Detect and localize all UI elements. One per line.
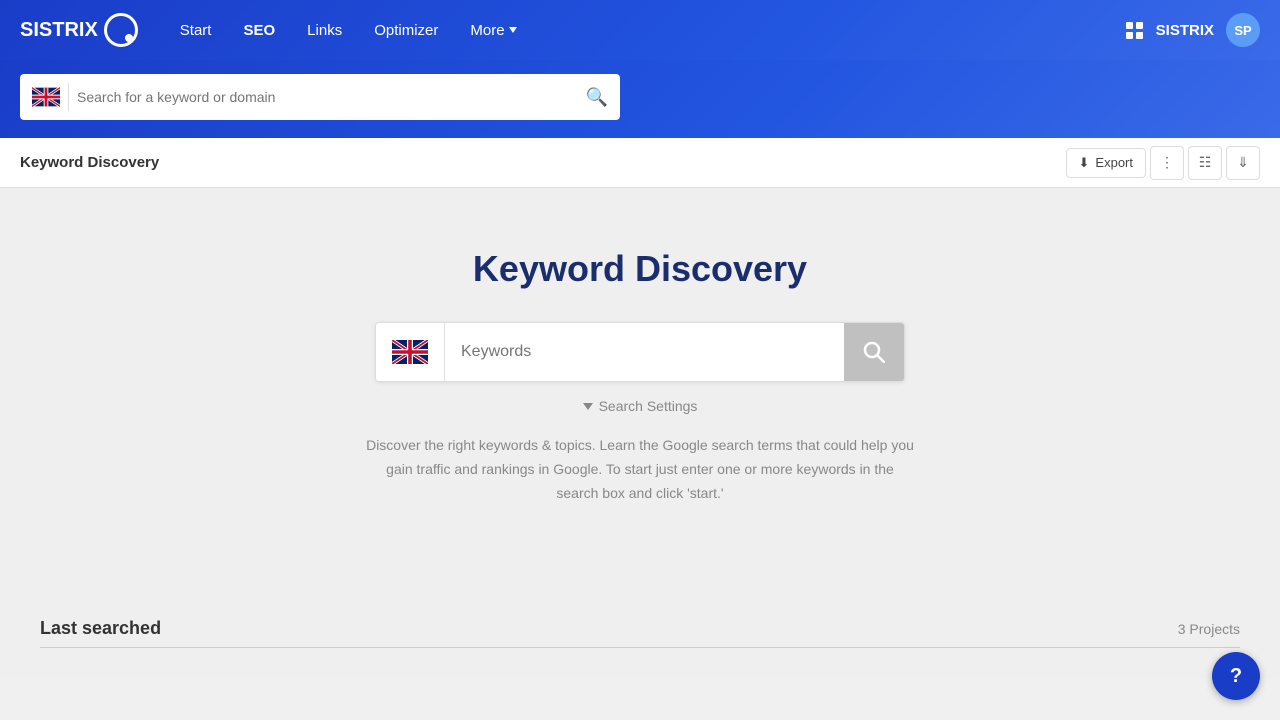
header: SISTRIX Start SEO Links Optimizer More S… <box>0 0 1280 60</box>
top-search-container: 🔍 <box>20 74 620 120</box>
help-button[interactable]: ? <box>1212 652 1260 700</box>
nav-links[interactable]: Links <box>295 16 354 45</box>
search-divider <box>68 83 69 111</box>
keyword-input[interactable] <box>445 343 844 361</box>
share-button[interactable]: ⋮ <box>1150 146 1184 180</box>
logo-icon <box>104 13 138 47</box>
search-bar-area: 🔍 <box>0 60 1280 138</box>
keyword-search-box <box>375 322 905 382</box>
grid-dots <box>1126 22 1144 39</box>
avatar[interactable]: SP <box>1226 13 1260 47</box>
logo[interactable]: SISTRIX <box>20 13 138 47</box>
search-btn-icon <box>863 341 885 363</box>
last-searched-section: Last searched 3 Projects <box>20 602 1260 648</box>
nav-seo[interactable]: SEO <box>231 16 287 45</box>
page-actions: ⬇ Export ⋮ ☷ ⇓ <box>1066 146 1260 180</box>
grid-icon[interactable] <box>1126 22 1144 39</box>
flag-uk-large <box>392 340 428 364</box>
flag-uk-small <box>32 87 60 107</box>
search-icon[interactable]: 🔍 <box>586 87 608 108</box>
view-icon: ☷ <box>1199 154 1212 171</box>
view-toggle-button[interactable]: ☷ <box>1188 146 1222 180</box>
export-button[interactable]: ⬇ Export <box>1066 148 1146 178</box>
nav-more-label: More <box>470 22 504 39</box>
brand-name: SISTRIX <box>1156 22 1214 39</box>
flag-selector[interactable] <box>376 323 445 381</box>
search-settings[interactable]: Search Settings <box>583 398 698 414</box>
chevron-down-icon <box>509 27 517 33</box>
page-title: Keyword Discovery <box>20 154 159 171</box>
main-title: Keyword Discovery <box>473 248 807 290</box>
logo-text: SISTRIX <box>20 19 98 42</box>
main-content: Keyword Discovery Search Settings Discov… <box>0 188 1280 678</box>
header-right: SISTRIX SP <box>1126 13 1260 47</box>
page-header: Keyword Discovery ⬇ Export ⋮ ☷ ⇓ <box>0 138 1280 188</box>
triangle-down-icon <box>583 403 593 410</box>
nav-optimizer[interactable]: Optimizer <box>362 16 450 45</box>
search-settings-label: Search Settings <box>599 398 698 414</box>
export-icon: ⬇ <box>1079 155 1090 171</box>
share-icon: ⋮ <box>1160 154 1174 171</box>
projects-count: 3 Projects <box>1178 621 1240 637</box>
export-label: Export <box>1095 155 1133 170</box>
nav-start[interactable]: Start <box>168 16 224 45</box>
nav-more[interactable]: More <box>458 16 528 45</box>
search-input[interactable] <box>77 89 578 105</box>
last-searched-title: Last searched <box>40 618 161 639</box>
nav: Start SEO Links Optimizer More <box>168 16 1126 45</box>
download-icon: ⇓ <box>1237 154 1249 171</box>
last-searched-header: Last searched 3 Projects <box>40 618 1240 648</box>
description-text: Discover the right keywords & topics. Le… <box>365 434 915 505</box>
download-button[interactable]: ⇓ <box>1226 146 1260 180</box>
keyword-search-button[interactable] <box>844 323 904 381</box>
